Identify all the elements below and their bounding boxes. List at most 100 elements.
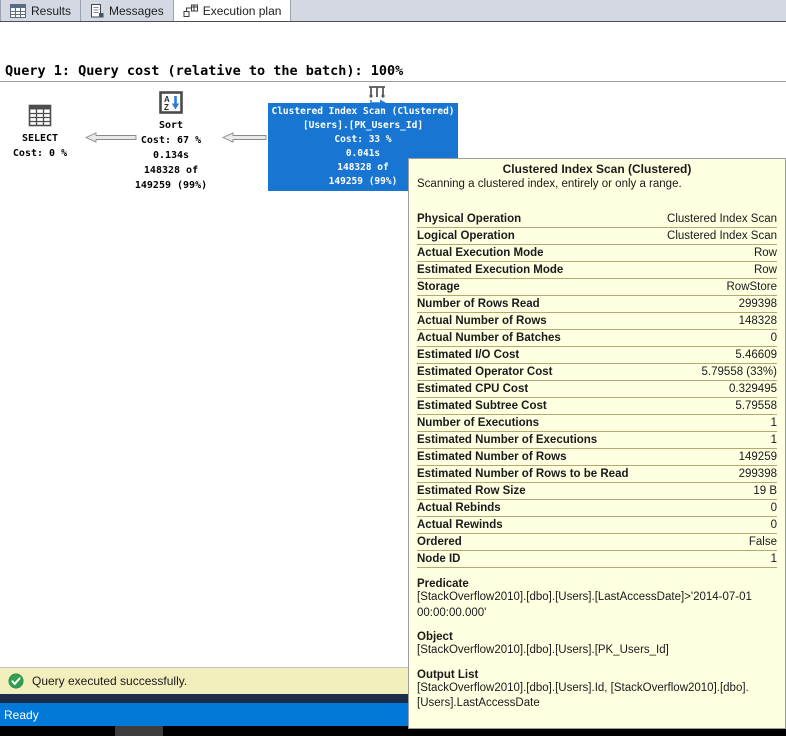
- tab-results[interactable]: Results: [0, 0, 82, 21]
- tooltip-row-value: Clustered Index Scan: [667, 230, 777, 242]
- plan-node-line: Cost: 0 %: [12, 148, 68, 159]
- tooltip-row-label: Estimated Subtree Cost: [417, 400, 547, 412]
- tooltip-row-value: 0: [770, 502, 777, 514]
- tooltip-row-label: Node ID: [417, 553, 461, 565]
- tab-execution-plan-label: Execution plan: [202, 3, 282, 18]
- tooltip-row-value: 0.329495: [729, 383, 777, 395]
- tooltip-row: Actual Rewinds 0: [417, 517, 777, 534]
- tooltip-row: Node ID 1: [417, 551, 777, 568]
- tooltip-row-value: 149259: [738, 451, 777, 463]
- sort-az-icon: A Z: [159, 91, 183, 114]
- tooltip-row: Estimated Number of Rows 149259: [417, 449, 777, 466]
- tooltip-row: Number of Executions 1: [417, 415, 777, 432]
- plan-node-line: 149259 (99%): [134, 180, 208, 191]
- tooltip-row-label: Estimated Number of Executions: [417, 434, 598, 446]
- plan-node-line: 148328 of: [143, 165, 199, 176]
- execution-plan-icon: [183, 4, 198, 17]
- taskbar-segment: [115, 726, 163, 736]
- tooltip-row-label: Actual Rebinds: [417, 502, 501, 514]
- tooltip-section: Predicate [StackOverflow2010].[dbo].[Use…: [417, 578, 777, 621]
- tooltip-section-value: [StackOverflow2010].[dbo].[Users].[PK_Us…: [417, 644, 669, 656]
- tooltip-section-value: [StackOverflow2010].[dbo].[Users].[LastA…: [417, 591, 752, 619]
- tooltip-title: Clustered Index Scan (Clustered): [502, 162, 692, 176]
- tooltip-section: Output List [StackOverflow2010].[dbo].[U…: [417, 669, 777, 712]
- tooltip-description: Scanning a clustered index, entirely or …: [417, 178, 682, 190]
- tooltip-row: Estimated Row Size 19 B: [417, 483, 777, 500]
- tooltip-row-value: 1: [770, 417, 777, 429]
- tooltip-row-label: Actual Rewinds: [417, 519, 503, 531]
- tooltip-row-label: Number of Executions: [417, 417, 540, 429]
- messages-doc-icon: [91, 3, 104, 17]
- plan-node-line: 0.134s: [152, 150, 190, 161]
- tooltip-row: Number of Rows Read 299398: [417, 296, 777, 313]
- tooltip-row-label: Logical Operation: [417, 230, 515, 242]
- tooltip-row-value: 1: [770, 434, 777, 446]
- tooltip-row-label: Estimated CPU Cost: [417, 383, 529, 395]
- tooltip-row-value: 299398: [738, 468, 777, 480]
- tooltip-row-value: 1: [770, 553, 777, 565]
- tooltip-rows: Physical Operation Clustered Index Scan …: [417, 211, 777, 568]
- tooltip-row: Estimated CPU Cost 0.329495: [417, 381, 777, 398]
- plan-node-line: Sort: [158, 120, 184, 131]
- clustered-index-scan-icon: [369, 86, 386, 105]
- tooltip-section-value: [StackOverflow2010].[dbo].[Users].Id, [S…: [417, 681, 749, 710]
- tooltip-row-label: Actual Number of Rows: [417, 315, 547, 327]
- tooltip-row-value: RowStore: [726, 281, 778, 293]
- tooltip-row: Physical Operation Clustered Index Scan: [417, 211, 777, 228]
- tooltip-row: Estimated I/O Cost 5.46609: [417, 347, 777, 364]
- tooltip-row: Storage RowStore: [417, 279, 777, 296]
- tooltip-section: Object [StackOverflow2010].[dbo].[Users]…: [417, 631, 777, 659]
- tooltip-row-value: 5.79558 (33%): [701, 366, 777, 378]
- tooltip-row-label: Actual Number of Batches: [417, 332, 561, 344]
- tooltip-row-value: 19 B: [753, 485, 777, 497]
- tooltip-row: Estimated Number of Rows to be Read 2993…: [417, 466, 777, 483]
- tooltip-row-label: Estimated I/O Cost: [417, 349, 520, 361]
- success-check-icon: [8, 673, 24, 689]
- document-tabs: Results Messages Execution plan: [0, 0, 786, 22]
- tooltip-row: Estimated Execution Mode Row: [417, 262, 777, 279]
- tab-execution-plan[interactable]: Execution plan: [173, 0, 292, 21]
- sort-operator[interactable]: A Z Sort Cost: 67 % 0.134s 148328 of 149259 …: [128, 91, 214, 193]
- select-result-icon: [28, 104, 52, 127]
- tooltip-row-value: Row: [753, 264, 777, 276]
- tab-messages-label: Messages: [109, 3, 164, 18]
- tooltip-row-value: Row: [753, 247, 777, 259]
- success-message: Query executed successfully.: [32, 674, 188, 688]
- select-operator[interactable]: SELECT Cost: 0 %: [4, 104, 76, 161]
- plan-node-line: Cost: 67 %: [140, 135, 202, 146]
- tooltip-sections: Predicate [StackOverflow2010].[dbo].[Use…: [417, 578, 777, 712]
- tooltip-row-label: Estimated Row Size: [417, 485, 526, 497]
- tooltip-row-label: Actual Execution Mode: [417, 247, 544, 259]
- tooltip-row: Estimated Operator Cost 5.79558 (33%): [417, 364, 777, 381]
- plan-node-line: Clustered Index Scan (Clustered): [271, 106, 455, 117]
- tooltip-row-label: Physical Operation: [417, 213, 522, 225]
- tooltip-row-value: 5.46609: [735, 349, 777, 361]
- tooltip-row-value: 0: [770, 519, 777, 531]
- tooltip-section-label: Object: [417, 631, 453, 643]
- operator-tooltip: Clustered Index Scan (Clustered) Scannin…: [408, 158, 786, 729]
- ssms-results-pane: Results Messages Execution plan Query 1:…: [0, 0, 786, 736]
- tooltip-row-label: Estimated Operator Cost: [417, 366, 553, 378]
- tooltip-row-value: 0: [770, 332, 777, 344]
- ready-label: Ready: [4, 707, 39, 722]
- svg-text:Z: Z: [164, 103, 169, 112]
- tooltip-row: Actual Number of Rows 148328: [417, 313, 777, 330]
- tooltip-row-label: Storage: [417, 281, 460, 293]
- tooltip-row: Actual Rebinds 0: [417, 500, 777, 517]
- plan-node-line: [Users].[PK_Users_Id]: [302, 120, 424, 131]
- tooltip-row-value: False: [748, 536, 777, 548]
- select-operator-label: SELECT Cost: 0 %: [13, 131, 67, 161]
- tooltip-row-value: Clustered Index Scan: [667, 213, 777, 225]
- tab-results-label: Results: [31, 3, 72, 18]
- query-header: Query 1: Query cost (relative to the bat…: [0, 22, 786, 82]
- tooltip-row-label: Estimated Execution Mode: [417, 264, 564, 276]
- sort-operator-label: Sort Cost: 67 % 0.134s 148328 of 149259 (99%…: [135, 118, 207, 193]
- tooltip-row: Actual Execution Mode Row: [417, 245, 777, 262]
- tab-messages[interactable]: Messages: [81, 0, 174, 21]
- plan-node-line: SELECT: [21, 133, 59, 144]
- tooltip-section-label: Output List: [417, 668, 479, 681]
- results-grid-icon: [10, 3, 26, 18]
- row-flow-arrow-scan-to-sort[interactable]: [222, 132, 267, 143]
- query-cost-line: Query 1: Query cost (relative to the bat…: [5, 63, 404, 79]
- tooltip-row-value: 5.79558: [735, 400, 777, 412]
